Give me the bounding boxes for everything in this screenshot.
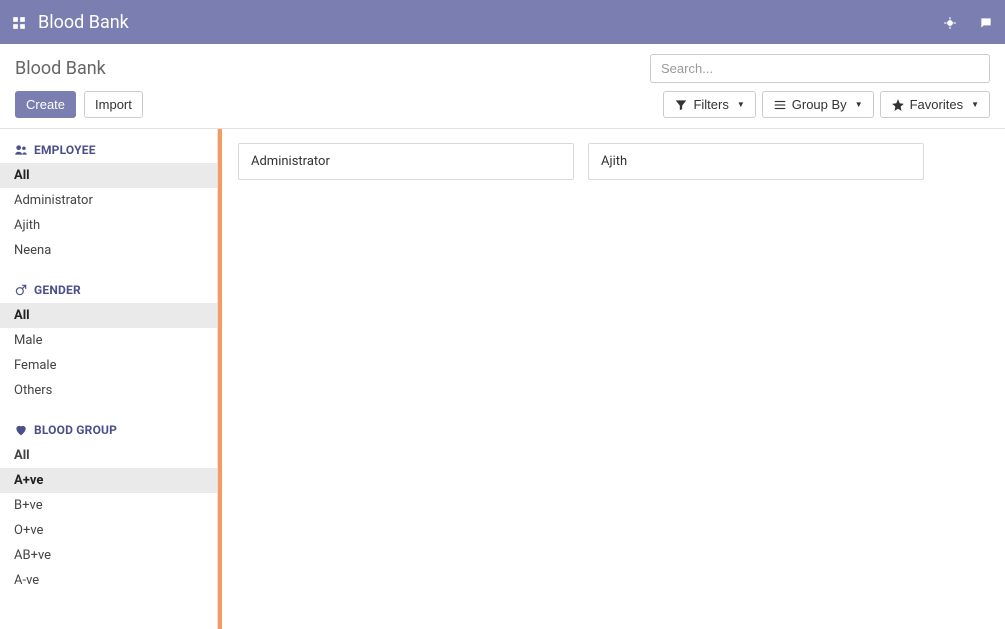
funnel-icon [674, 98, 688, 112]
sidebar-item-employee-ajith[interactable]: Ajith [0, 213, 217, 238]
topbar: Blood Bank [0, 0, 1005, 44]
sidebar-section-gender: GENDER All Male Female Others [0, 279, 217, 403]
groupby-dropdown[interactable]: Group By ▼ [762, 91, 874, 118]
kanban-card[interactable]: Administrator [238, 143, 574, 180]
page-title: Blood Bank [15, 58, 106, 79]
sidebar-item-employee-all[interactable]: All [0, 163, 217, 188]
groupby-label: Group By [792, 97, 847, 112]
heart-icon [14, 423, 28, 437]
sidebar-item-employee-neena[interactable]: Neena [0, 238, 217, 263]
kanban-column-strip [218, 129, 222, 629]
sidebar-heading-label: EMPLOYEE [34, 143, 96, 157]
male-icon [14, 283, 28, 297]
chat-glyph [979, 16, 993, 30]
sidebar-item-gender-all[interactable]: All [0, 303, 217, 328]
search-options: Filters ▼ Group By ▼ Favorites ▼ [663, 91, 990, 118]
sidebar-item-gender-male[interactable]: Male [0, 328, 217, 353]
sidebar-heading-bloodgroup: BLOOD GROUP [0, 419, 217, 443]
chevron-down-icon: ▼ [971, 100, 979, 109]
sidebar-section-employee: EMPLOYEE All Administrator Ajith Neena [0, 139, 217, 263]
sidebar-item-gender-others[interactable]: Others [0, 378, 217, 403]
app-title: Blood Bank [38, 12, 129, 33]
bug-icon[interactable] [943, 13, 957, 32]
favorites-label: Favorites [910, 97, 963, 112]
kanban-card-title: Ajith [601, 154, 627, 169]
bug-glyph [943, 16, 957, 30]
chevron-down-icon: ▼ [737, 100, 745, 109]
sidebar-item-bloodgroup-apos[interactable]: A+ve [0, 468, 217, 493]
chat-icon[interactable] [979, 13, 993, 32]
sidebar-section-bloodgroup: BLOOD GROUP All A+ve B+ve O+ve AB+ve A-v… [0, 419, 217, 593]
body-area: EMPLOYEE All Administrator Ajith Neena G… [0, 128, 1005, 629]
main-content: Administrator Ajith [218, 129, 1005, 629]
control-panel-row2: Create Import Filters ▼ Group By ▼ Favor… [15, 83, 990, 128]
sidebar-heading-label: GENDER [34, 283, 81, 297]
kanban-card-title: Administrator [251, 154, 330, 169]
sidebar-item-bloodgroup-bpos[interactable]: B+ve [0, 493, 217, 518]
list-icon [773, 98, 787, 112]
sidebar-item-bloodgroup-opos[interactable]: O+ve [0, 518, 217, 543]
chevron-down-icon: ▼ [855, 100, 863, 109]
filters-label: Filters [693, 97, 728, 112]
filters-dropdown[interactable]: Filters ▼ [663, 91, 755, 118]
search-input[interactable] [650, 54, 990, 83]
control-panel-row1: Blood Bank [15, 54, 990, 83]
sidebar-heading-employee: EMPLOYEE [0, 139, 217, 163]
sidebar-item-gender-female[interactable]: Female [0, 353, 217, 378]
sidebar-item-bloodgroup-abpos[interactable]: AB+ve [0, 543, 217, 568]
sidebar-item-employee-administrator[interactable]: Administrator [0, 188, 217, 213]
create-button[interactable]: Create [15, 91, 76, 118]
sidebar: EMPLOYEE All Administrator Ajith Neena G… [0, 129, 218, 629]
import-button[interactable]: Import [84, 91, 143, 118]
control-panel: Blood Bank Create Import Filters ▼ Group… [0, 44, 1005, 128]
search-box [650, 54, 990, 83]
sidebar-item-bloodgroup-all[interactable]: All [0, 443, 217, 468]
star-icon [891, 98, 905, 112]
sidebar-item-bloodgroup-aneg[interactable]: A-ve [0, 568, 217, 593]
kanban-cards: Administrator Ajith [230, 143, 993, 180]
users-icon [14, 143, 28, 157]
favorites-dropdown[interactable]: Favorites ▼ [880, 91, 990, 118]
apps-glyph [12, 16, 26, 30]
sidebar-heading-label: BLOOD GROUP [34, 423, 117, 437]
kanban-card[interactable]: Ajith [588, 143, 924, 180]
apps-icon[interactable] [12, 13, 26, 32]
sidebar-heading-gender: GENDER [0, 279, 217, 303]
